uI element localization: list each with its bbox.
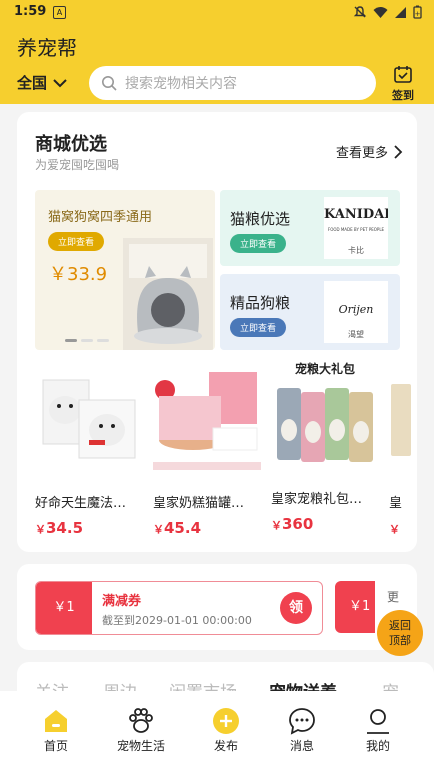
product-item[interactable]: 皇家奶糕猫罐… ￥45.4: [153, 360, 263, 537]
message-icon: [289, 708, 315, 735]
brand-logo-orijen: Orijen 渴望: [324, 281, 388, 343]
battery-icon: +: [413, 5, 422, 19]
mute-icon: [353, 6, 367, 18]
banner-title: 精品狗粮: [230, 294, 291, 312]
product-price: ￥45.4: [153, 519, 202, 537]
svg-text:+: +: [415, 10, 421, 18]
see-more-label: 查看更多: [335, 146, 388, 161]
view-now-button[interactable]: 立即查看: [230, 234, 287, 253]
product-carousel: 好命天生魔法… ￥34.5 皇家奶糕猫罐… ￥45.4 宠粮大礼包 皇家宠粮礼包…: [35, 360, 417, 540]
nav-label: 我的: [365, 739, 390, 753]
back-to-top-button[interactable]: 返回 顶部: [377, 610, 423, 656]
claim-coupon-button[interactable]: 领: [280, 592, 312, 624]
search-icon: [102, 76, 117, 91]
brand-logo-text: Orijen: [338, 303, 374, 316]
notification-icon: A: [53, 6, 66, 19]
product-name: 皇家奶糕猫罐…: [153, 496, 245, 511]
product-name: 皇: [389, 496, 403, 511]
product-name: 皇家宠粮礼包…: [271, 492, 363, 507]
view-now-button[interactable]: 立即查看: [230, 318, 287, 337]
product-item[interactable]: 皇 ￥: [389, 360, 417, 537]
banner-dog-food[interactable]: 精品狗粮 立即查看 Orijen 渴望: [220, 274, 400, 350]
banner-pet-bed[interactable]: 猫窝狗窝四季通用 立即查看 ￥33.9: [35, 190, 215, 350]
calendar-check-icon: [394, 66, 412, 83]
coupon-section: ￥1 满减券 截至到2029-01-01 00:00:00 领 ￥1 更: [17, 564, 417, 650]
section-title: 商城优选: [35, 134, 107, 155]
checkin-button[interactable]: 签到: [388, 64, 418, 103]
checkin-label: 签到: [392, 89, 414, 102]
home-icon: [45, 710, 67, 732]
nav-home[interactable]: 首页: [22, 705, 90, 754]
coupon-amount: ￥1: [36, 582, 92, 634]
bottom-nav: 首页 宠物生活 发布 消息 我的: [0, 691, 434, 771]
nav-label: 发布: [213, 739, 238, 753]
brand-tagline: FOOD MADE BY PET PEOPLE: [327, 227, 385, 232]
pet-bed-image: [123, 238, 213, 350]
product-item[interactable]: 宠粮大礼包 皇家宠粮礼包… ￥360: [271, 360, 381, 533]
product-image-wipes: [35, 360, 143, 470]
publish-icon: [213, 708, 239, 734]
nav-messages[interactable]: 消息: [268, 705, 336, 754]
product-image-gift-pack: 宠粮大礼包: [271, 360, 379, 470]
status-bar: 1:59 A +: [0, 0, 434, 24]
brand-logo-kanidae: KANIDAE FOOD MADE BY PET PEOPLE 卡比: [324, 197, 388, 259]
region-selector[interactable]: 全国: [17, 72, 67, 93]
signal-icon: [395, 6, 406, 18]
product-item[interactable]: 好命天生魔法… ￥34.5: [35, 360, 145, 537]
section-subtitle: 为爱宠囤吃囤喝: [35, 158, 120, 172]
banner-cat-food[interactable]: 猫粮优选 立即查看 KANIDAE FOOD MADE BY PET PEOPL…: [220, 190, 400, 266]
nav-pet-life[interactable]: 宠物生活: [107, 705, 175, 754]
product-price: ￥: [389, 523, 400, 536]
nav-label: 宠物生活: [116, 739, 165, 753]
nav-label: 首页: [43, 739, 68, 753]
nav-label: 消息: [289, 739, 314, 753]
search-input[interactable]: 搜索宠物相关内容: [89, 66, 376, 100]
coupon-item-next[interactable]: ￥1: [335, 581, 375, 633]
brand-name: 卡比: [348, 246, 364, 255]
brand-logo-text: KANIDAE: [324, 207, 388, 222]
system-icons: +: [353, 5, 422, 19]
see-more-link[interactable]: 查看更多: [336, 142, 403, 161]
product-image-cans: [153, 360, 261, 470]
app-header: 养宠帮 全国 搜索宠物相关内容 签到: [0, 24, 434, 104]
banner-title: 猫粮优选: [230, 210, 291, 228]
product-image-partial: [391, 384, 411, 456]
coupon-title: 满减券: [102, 594, 142, 609]
view-now-button[interactable]: 立即查看: [48, 232, 105, 251]
nav-profile[interactable]: 我的: [344, 705, 412, 754]
coupon-item[interactable]: ￥1 满减券 截至到2029-01-01 00:00:00 领: [35, 581, 323, 635]
wifi-icon: [373, 6, 388, 18]
chevron-down-icon: [53, 78, 67, 87]
more-coupons-link[interactable]: 更: [387, 588, 399, 605]
banner-title: 猫窝狗窝四季通用: [48, 210, 153, 225]
chevron-right-icon: [394, 144, 403, 159]
banner-price: ￥33.9: [49, 264, 108, 285]
coupon-expiry: 截至到2029-01-01 00:00:00: [102, 614, 252, 627]
mall-section: 商城优选 为爱宠囤吃囤喝 查看更多 猫窝狗窝四季通用 立即查看 ￥33.9 猫粮…: [17, 112, 417, 552]
nav-publish[interactable]: 发布: [192, 705, 260, 754]
status-time: 1:59: [14, 4, 47, 19]
product-price: ￥34.5: [35, 519, 84, 537]
carousel-dots: [65, 339, 109, 342]
app-title: 养宠帮: [17, 36, 77, 60]
product-name: 好命天生魔法…: [35, 496, 127, 511]
profile-icon: [367, 709, 389, 734]
paw-icon: [129, 708, 153, 733]
region-label: 全国: [17, 74, 48, 92]
product-price: ￥360: [271, 515, 314, 533]
brand-name: 渴望: [348, 330, 364, 339]
search-placeholder: 搜索宠物相关内容: [125, 76, 237, 92]
